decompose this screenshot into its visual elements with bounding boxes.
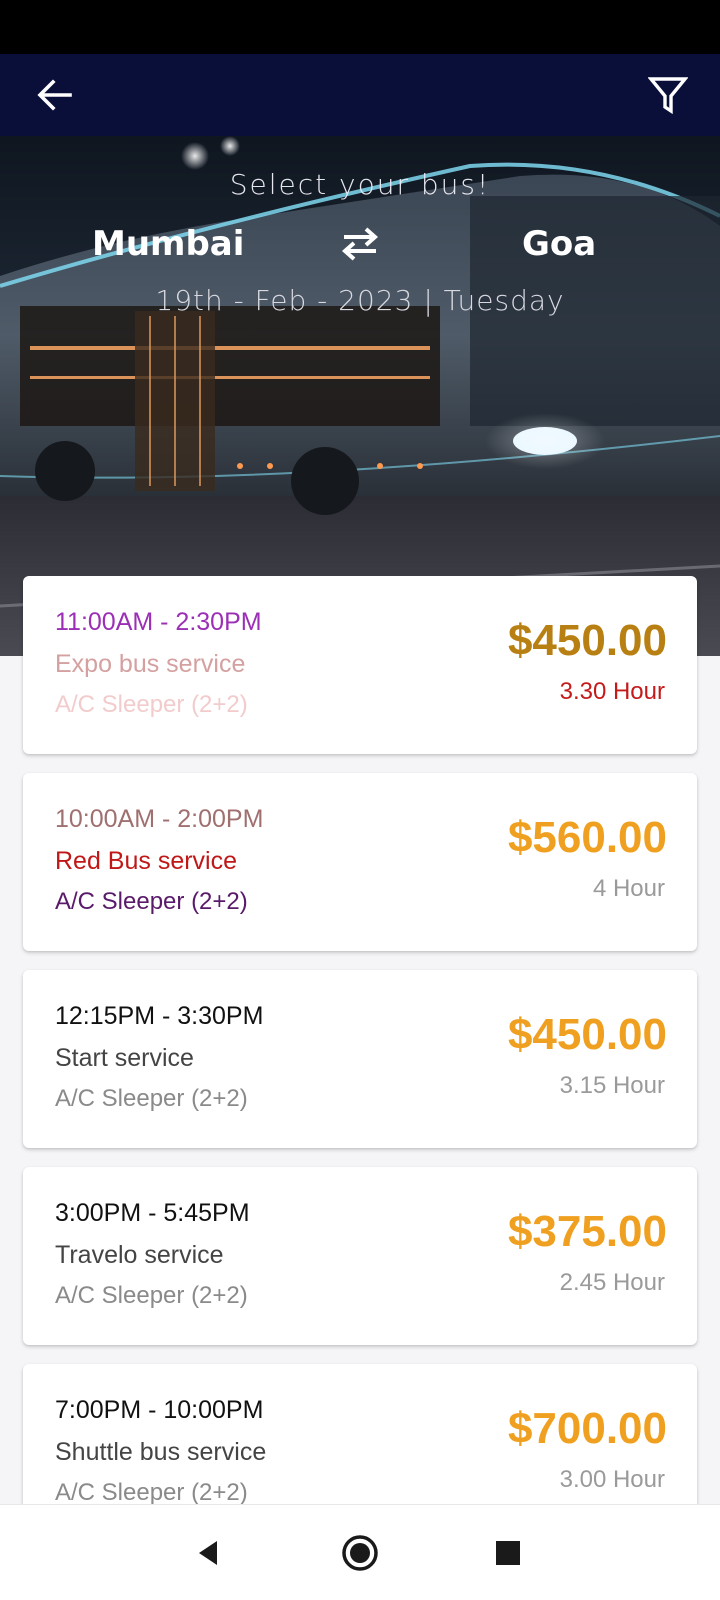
bus-time: 7:00PM - 10:00PM [55, 1396, 264, 1424]
bus-name: Red Bus service [55, 847, 238, 875]
bus-duration: 2.45 Hour [559, 1269, 665, 1296]
bus-price: $450.00 [507, 616, 667, 665]
filter-icon [648, 77, 688, 115]
filter-button[interactable] [642, 70, 694, 120]
bus-card[interactable]: 12:15PM - 3:30PM Start service A/C Sleep… [23, 970, 697, 1148]
bus-price: $375.00 [507, 1207, 667, 1256]
bus-duration: 4 Hour [592, 875, 665, 902]
bus-type: A/C Sleeper (2+2) [55, 1282, 248, 1309]
bus-name: Expo bus service [55, 650, 246, 678]
nav-back-icon [199, 1541, 217, 1565]
from-city[interactable]: Mumbai [92, 224, 244, 264]
travel-date[interactable]: 19th - Feb - 2023 | Tuesday [0, 284, 720, 317]
bus-price: $700.00 [507, 1404, 667, 1453]
bus-time: 12:15PM - 3:30PM [55, 1002, 264, 1030]
bus-duration: 3.00 Hour [559, 1466, 665, 1493]
arrow-left-icon [37, 79, 72, 111]
bus-time: 3:00PM - 5:45PM [55, 1199, 250, 1227]
app-bar [0, 54, 720, 136]
page-title: Select your bus! [229, 168, 491, 201]
nav-recents-icon [496, 1541, 520, 1565]
bus-name: Start service [55, 1044, 194, 1072]
bus-type: A/C Sleeper (2+2) [55, 1479, 248, 1504]
bus-card[interactable]: 3:00PM - 5:45PM Travelo service A/C Slee… [23, 1167, 697, 1345]
bus-price: $560.00 [507, 813, 667, 862]
bus-name: Travelo service [55, 1241, 224, 1269]
swap-arrows-icon[interactable] [340, 226, 380, 262]
nav-home-button[interactable] [338, 1531, 382, 1575]
nav-home-icon [342, 1535, 378, 1571]
bus-card[interactable]: 10:00AM - 2:00PM Red Bus service A/C Sle… [23, 773, 697, 951]
to-city[interactable]: Goa [522, 224, 596, 264]
status-bar [0, 0, 720, 54]
bus-type: A/C Sleeper (2+2) [55, 888, 248, 915]
bus-duration: 3.15 Hour [559, 1072, 665, 1099]
bus-time: 10:00AM - 2:00PM [55, 805, 264, 833]
back-button[interactable] [30, 72, 78, 118]
bus-card[interactable]: 7:00PM - 10:00PM Shuttle bus service A/C… [23, 1364, 697, 1504]
bus-duration: 3.30 Hour [559, 678, 665, 705]
system-nav-bar [0, 1504, 720, 1600]
nav-recents-button[interactable] [486, 1531, 530, 1575]
bus-price: $450.00 [507, 1010, 667, 1059]
nav-back-button[interactable] [186, 1531, 230, 1575]
bus-list[interactable]: 11:00AM - 2:30PM Expo bus service A/C Sl… [0, 576, 720, 1504]
bus-card[interactable]: 11:00AM - 2:30PM Expo bus service A/C Sl… [23, 576, 697, 754]
bus-type: A/C Sleeper (2+2) [55, 691, 248, 718]
bus-time: 11:00AM - 2:30PM [55, 608, 262, 636]
bus-type: A/C Sleeper (2+2) [55, 1085, 248, 1112]
bus-name: Shuttle bus service [55, 1438, 267, 1466]
